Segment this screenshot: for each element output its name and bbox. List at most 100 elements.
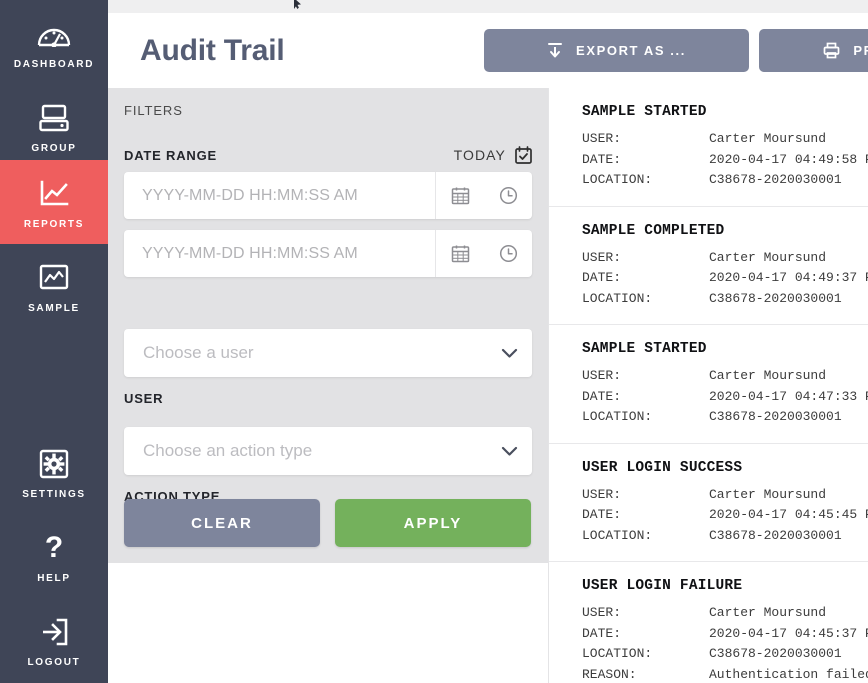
audit-log-list[interactable]: SAMPLE STARTED USER: Carter Moursund DATE: 2… bbox=[548, 88, 868, 683]
apply-button[interactable]: APPLY bbox=[335, 499, 531, 547]
audit-log-entry[interactable]: SAMPLE STARTED USER: Carter Moursund DATE: 2… bbox=[549, 88, 868, 207]
audit-log-entry-title: USER LOGIN FAILURE bbox=[582, 578, 743, 594]
log-user-label: USER: bbox=[582, 486, 622, 502]
sidebar-item-group[interactable]: GROUP bbox=[0, 84, 108, 168]
date-to-input[interactable]: YYYY-MM-DD HH:MM:SS AM bbox=[124, 230, 532, 277]
page-header: Audit Trail EXPORT AS ... P bbox=[108, 13, 868, 88]
log-field-row: USER: Carter Moursund bbox=[582, 485, 868, 506]
print-label: PR bbox=[853, 43, 868, 58]
log-user-value: Carter Moursund bbox=[709, 486, 827, 502]
log-field-row: USER: Carter Moursund bbox=[582, 248, 868, 269]
user-select[interactable]: Choose a user bbox=[124, 329, 532, 377]
log-date-value: 2020-04-17 04:47:33 P bbox=[709, 388, 868, 404]
dashboard-gauge-icon bbox=[34, 15, 74, 53]
log-field-row: USER: Carter Moursund bbox=[582, 603, 868, 624]
audit-log-entry[interactable]: SAMPLE STARTED USER: Carter Moursund DATE: 2… bbox=[549, 325, 868, 444]
action-type-select[interactable]: Choose an action type bbox=[124, 427, 532, 475]
log-user-label: USER: bbox=[582, 605, 622, 620]
sidebar-item-dashboard[interactable]: DASHBOARD bbox=[0, 0, 108, 84]
filter-actions: CLEAR APPLY bbox=[124, 499, 531, 547]
mouse-cursor bbox=[294, 0, 301, 9]
audit-log-entry[interactable]: USER LOGIN FAILURE USER: Carter Moursund DA… bbox=[549, 562, 868, 683]
sidebar-item-sample[interactable]: SAMPLE bbox=[0, 244, 108, 328]
log-location-value: C38678-2020030001 bbox=[709, 172, 842, 187]
log-field-row: LOCATION: C38678-2020030001 bbox=[582, 526, 868, 547]
log-location-value: C38678-2020030001 bbox=[709, 646, 842, 661]
log-reason-label: REASON: bbox=[582, 666, 637, 682]
log-location-value: C38678-2020030001 bbox=[709, 290, 842, 306]
log-field-row: DATE: 2020-04-17 04:47:33 P bbox=[582, 387, 868, 408]
log-user-value: Carter Moursund bbox=[709, 249, 827, 265]
export-as-button[interactable]: EXPORT AS ... bbox=[484, 29, 749, 72]
log-user-label: USER: bbox=[582, 368, 622, 383]
sidebar-item-label: GROUP bbox=[31, 142, 77, 154]
sidebar-item-settings[interactable]: SETTINGS bbox=[0, 430, 108, 514]
sidebar-item-label: SAMPLE bbox=[28, 302, 80, 314]
log-location-label: LOCATION: bbox=[582, 290, 653, 306]
sidebar-item-label: LOGOUT bbox=[27, 656, 81, 668]
log-field-row: LOCATION: C38678-2020030001 bbox=[582, 289, 868, 310]
log-user-value: Carter Moursund bbox=[709, 605, 827, 620]
log-date-label: DATE: bbox=[582, 151, 622, 167]
audit-trail-page: DASHBOARD GROUP REPORTS SAMPLE SETTINGS … bbox=[0, 0, 868, 683]
audit-log-entry-title: SAMPLE STARTED bbox=[582, 341, 707, 357]
audit-log-entry-title: USER LOGIN SUCCESS bbox=[582, 459, 743, 476]
sidebar-item-logout[interactable]: LOGOUT bbox=[0, 598, 108, 682]
calendar-check-icon bbox=[515, 146, 532, 164]
sidebar-nav: DASHBOARD GROUP REPORTS SAMPLE SETTINGS … bbox=[0, 0, 108, 683]
log-date-value: 2020-04-17 04:45:37 P bbox=[709, 625, 868, 641]
date-from-input[interactable]: YYYY-MM-DD HH:MM:SS AM bbox=[124, 172, 532, 219]
sidebar-item-help[interactable]: ? HELP bbox=[0, 514, 108, 598]
log-field-row: DATE: 2020-04-17 04:49:58 P bbox=[582, 150, 868, 171]
log-user-value: Carter Moursund bbox=[709, 131, 827, 146]
log-reason-value: Authentication failed bbox=[709, 666, 868, 682]
log-field-row: LOCATION: C38678-2020030001 bbox=[582, 170, 868, 191]
user-select-text: Choose a user bbox=[143, 343, 254, 362]
log-field-row: DATE: 2020-04-17 04:45:37 P bbox=[582, 624, 868, 645]
filters-heading: FILTERS bbox=[124, 103, 183, 118]
chevron-down-icon bbox=[486, 348, 532, 359]
log-date-value: 2020-04-17 04:49:37 P bbox=[709, 270, 868, 285]
calendar-icon[interactable] bbox=[436, 230, 484, 277]
log-date-label: DATE: bbox=[582, 625, 622, 641]
header-actions: EXPORT AS ... PR bbox=[484, 29, 868, 72]
log-field-row: DATE: 2020-04-17 04:49:37 P bbox=[582, 268, 868, 289]
log-date-label: DATE: bbox=[582, 388, 622, 404]
today-button[interactable]: TODAY bbox=[454, 146, 532, 164]
action-type-select-text: Choose an action type bbox=[143, 441, 313, 460]
log-date-value: 2020-04-17 04:49:58 P bbox=[709, 151, 868, 167]
log-location-label: LOCATION: bbox=[582, 409, 653, 424]
log-user-label: USER: bbox=[582, 249, 622, 265]
date-range-label: DATE RANGE bbox=[124, 147, 217, 163]
audit-log-entry[interactable]: USER LOGIN SUCCESS USER: Carter Moursund DA… bbox=[549, 444, 868, 562]
printer-icon bbox=[823, 42, 840, 59]
gear-icon bbox=[34, 445, 74, 483]
log-location-label: LOCATION: bbox=[582, 527, 653, 543]
log-field-row: LOCATION: C38678-2020030001 bbox=[582, 644, 868, 665]
clear-button[interactable]: CLEAR bbox=[124, 499, 320, 547]
export-as-label: EXPORT AS ... bbox=[576, 43, 686, 58]
date-from-text: YYYY-MM-DD HH:MM:SS AM bbox=[142, 186, 358, 204]
log-location-label: LOCATION: bbox=[582, 646, 653, 661]
question-mark-icon: ? bbox=[34, 529, 74, 567]
clock-icon[interactable] bbox=[484, 172, 532, 219]
today-label: TODAY bbox=[453, 147, 506, 163]
svg-text:?: ? bbox=[45, 532, 63, 564]
log-field-row: REASON: Authentication failed bbox=[582, 665, 868, 683]
calendar-icon[interactable] bbox=[436, 172, 484, 219]
computer-icon bbox=[34, 99, 74, 137]
audit-log-entry-title: SAMPLE STARTED bbox=[582, 104, 707, 120]
sidebar-item-label: DASHBOARD bbox=[13, 58, 95, 70]
audit-log-entry-title: SAMPLE COMPLETED bbox=[582, 222, 725, 239]
sidebar-item-reports[interactable]: REPORTS bbox=[0, 160, 108, 244]
log-location-value: C38678-2020030001 bbox=[709, 409, 842, 424]
chevron-down-icon bbox=[486, 446, 532, 457]
audit-log-entry[interactable]: SAMPLE COMPLETED USER: Carter Moursund DATE… bbox=[549, 207, 868, 325]
download-icon bbox=[547, 42, 563, 59]
log-field-row: USER: Carter Moursund bbox=[582, 129, 868, 150]
sidebar-item-label: HELP bbox=[37, 572, 71, 584]
print-button[interactable]: PR bbox=[759, 29, 868, 72]
line-chart-icon bbox=[34, 175, 74, 213]
chart-frame-icon bbox=[34, 259, 74, 297]
clock-icon[interactable] bbox=[484, 230, 532, 277]
